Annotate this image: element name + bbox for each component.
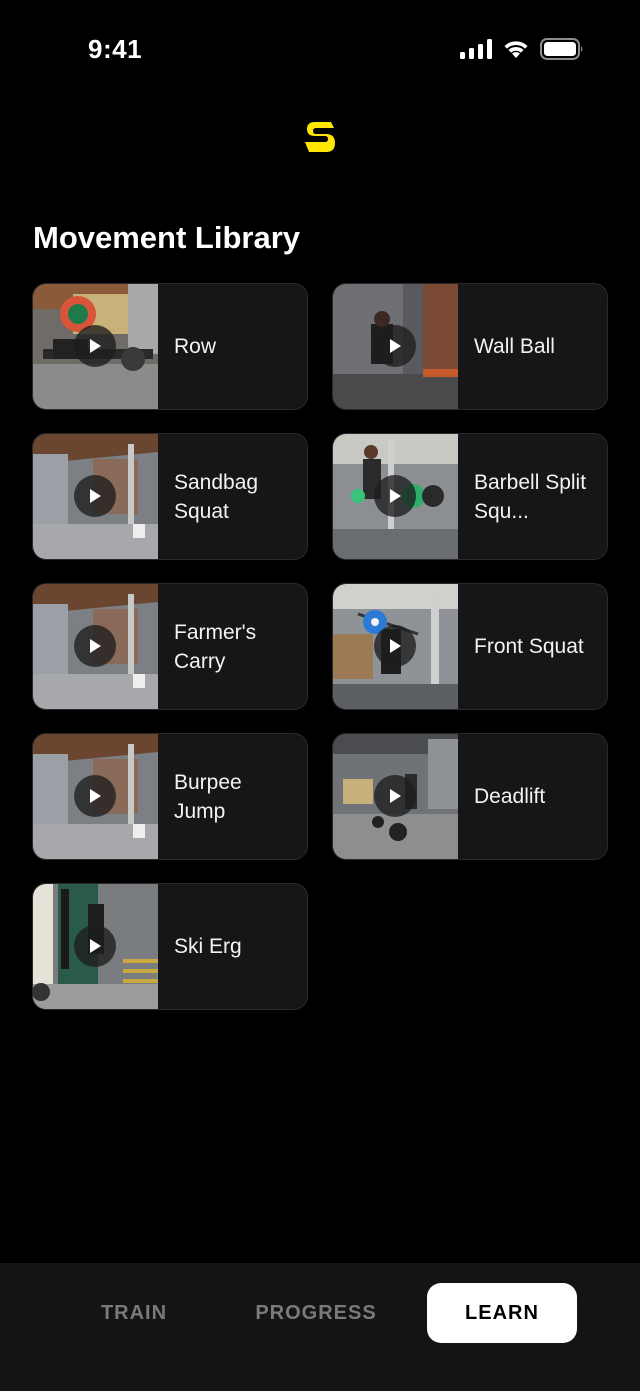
movement-label: Ski Erg — [174, 935, 242, 958]
video-thumbnail — [333, 734, 458, 859]
video-thumbnail — [33, 284, 158, 409]
movement-card-wall-ball[interactable]: Wall Ball — [332, 283, 608, 410]
status-time: 9:41 — [88, 34, 143, 64]
wifi-icon — [504, 41, 528, 58]
movement-card-front-squat[interactable]: Front Squat — [332, 583, 608, 710]
tab-progress[interactable]: PROGRESS — [238, 1283, 394, 1343]
movement-card-burpee-jump[interactable]: Burpee Jump — [32, 733, 308, 860]
video-thumbnail — [333, 584, 458, 709]
play-button[interactable] — [74, 625, 116, 667]
movement-label: Deadlift — [474, 785, 546, 808]
movement-label: Sandbag Squat — [174, 470, 259, 523]
cellular-signal-icon — [460, 39, 492, 59]
video-thumbnail — [33, 434, 158, 559]
play-icon — [90, 339, 101, 353]
movement-card-farmers-carry[interactable]: Farmer's Carry — [32, 583, 308, 710]
movement-label: Row — [174, 335, 217, 358]
play-icon — [390, 489, 401, 503]
movement-card-barbell-split-squat[interactable]: Barbell Split Squ... — [332, 433, 608, 560]
bottom-nav: TRAIN PROGRESS LEARN — [0, 1263, 640, 1391]
video-thumbnail — [333, 434, 458, 559]
status-bar: 9:41 — [0, 0, 640, 100]
play-button[interactable] — [374, 775, 416, 817]
movement-label: Burpee Jump — [174, 770, 242, 823]
play-icon — [90, 789, 101, 803]
play-icon — [90, 489, 101, 503]
brand-s-logo-icon — [305, 122, 335, 152]
video-thumbnail — [33, 584, 158, 709]
play-button[interactable] — [74, 925, 116, 967]
play-button[interactable] — [74, 325, 116, 367]
movement-card-row[interactable]: Row — [32, 283, 308, 410]
play-icon — [390, 789, 401, 803]
video-thumbnail — [333, 284, 458, 409]
movement-grid: Row Wall Ball Sandbag Squat Barbell Spli… — [32, 283, 608, 1010]
movement-label: Farmer's Carry — [174, 620, 257, 673]
tab-learn[interactable]: LEARN — [427, 1283, 577, 1343]
video-thumbnail — [33, 884, 158, 1009]
battery-icon — [540, 38, 583, 60]
play-icon — [390, 339, 401, 353]
movement-label: Front Squat — [474, 635, 584, 658]
play-button[interactable] — [74, 775, 116, 817]
page-title: Movement Library — [33, 220, 301, 255]
play-button[interactable] — [374, 625, 416, 667]
play-button[interactable] — [374, 325, 416, 367]
movement-label: Barbell Split Squ... — [474, 470, 587, 523]
play-icon — [390, 639, 401, 653]
play-icon — [90, 639, 101, 653]
movement-label: Wall Ball — [474, 335, 555, 358]
play-button[interactable] — [74, 475, 116, 517]
movement-card-sandbag-squat[interactable]: Sandbag Squat — [32, 433, 308, 560]
play-icon — [90, 939, 101, 953]
play-button[interactable] — [374, 475, 416, 517]
status-icons — [460, 38, 584, 60]
video-thumbnail — [33, 734, 158, 859]
movement-card-ski-erg[interactable]: Ski Erg — [32, 883, 308, 1010]
tab-train[interactable]: TRAIN — [84, 1283, 184, 1343]
movement-card-deadlift[interactable]: Deadlift — [332, 733, 608, 860]
